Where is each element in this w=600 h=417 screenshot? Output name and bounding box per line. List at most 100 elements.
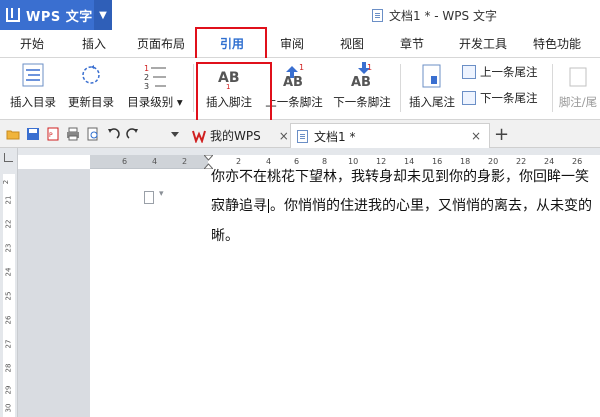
ribbon-tab-bar: 开始 插入 页面布局 引用 审阅 视图 章节 开发工具 特色功能 bbox=[0, 30, 600, 58]
document1-tab-icon bbox=[297, 129, 308, 143]
vruler-tick: 26 bbox=[4, 315, 13, 325]
close-document1-tab-icon[interactable]: × bbox=[471, 129, 481, 143]
hruler-tick: 12 bbox=[376, 157, 387, 166]
next-footnote-num: 1 bbox=[367, 63, 372, 72]
tab-home[interactable]: 开始 bbox=[8, 30, 56, 58]
prev-endnote-label: 上一条尾注 bbox=[480, 65, 538, 79]
hruler-tick: 20 bbox=[488, 157, 499, 166]
next-endnote-icon bbox=[462, 91, 476, 105]
vruler-tick: 24 bbox=[4, 267, 13, 277]
print-preview-icon[interactable] bbox=[86, 127, 100, 141]
update-toc-button[interactable]: 更新目录 bbox=[64, 58, 118, 118]
next-footnote-label: 下一条脚注 bbox=[333, 95, 391, 109]
ribbon-separator bbox=[400, 64, 401, 112]
insert-endnote-icon bbox=[420, 62, 444, 90]
window-title-text: 文档1 * - WPS 文字 bbox=[389, 9, 497, 23]
prev-footnote-icon: 1 AB bbox=[279, 62, 309, 90]
title-bar: WPS 文字 ▼ 文档1 * - WPS 文字 bbox=[0, 0, 600, 30]
tab-special-features[interactable]: 特色功能 bbox=[526, 30, 588, 58]
document-icon bbox=[372, 9, 383, 22]
prev-endnote-icon bbox=[462, 65, 476, 79]
open-folder-icon[interactable] bbox=[6, 127, 20, 141]
quick-access-dropdown-icon[interactable] bbox=[168, 127, 182, 141]
insert-footnote-label: 插入脚注 bbox=[206, 95, 252, 109]
prev-endnote-button[interactable]: 上一条尾注 bbox=[462, 62, 538, 82]
hruler-tick: 4 bbox=[266, 157, 272, 166]
hruler-tick: 16 bbox=[432, 157, 443, 166]
footnote-separator-icon bbox=[568, 62, 588, 90]
tab-document1[interactable]: 文档1 * × bbox=[290, 123, 490, 148]
vruler-tick: 23 bbox=[4, 243, 13, 253]
document-line-3: 晰。 bbox=[211, 228, 239, 244]
document-workspace: 你亦不在桃花下望林，我转身却未见到你的身影，你回眸一笑 寂静追寻。你悄悄的住进我… bbox=[18, 169, 600, 417]
new-tab-button[interactable]: + bbox=[494, 124, 509, 145]
text-caret bbox=[268, 199, 269, 213]
undo-icon[interactable] bbox=[106, 127, 120, 141]
hruler-tick: 6 bbox=[122, 157, 128, 166]
vruler-tick: 25 bbox=[4, 291, 13, 301]
tab-page-layout[interactable]: 页面布局 bbox=[130, 30, 192, 58]
hruler-tick: 26 bbox=[572, 157, 583, 166]
document-line-2-after-caret: 。你悄悄的住进我的心里，又悄悄的离去，从未变的 bbox=[270, 198, 592, 214]
vruler-tick: 21 bbox=[4, 195, 13, 205]
print-icon[interactable] bbox=[66, 127, 80, 141]
hruler-tick: 8 bbox=[322, 157, 328, 166]
tab-view[interactable]: 视图 bbox=[334, 30, 370, 58]
app-menu-button[interactable]: WPS 文字 ▼ bbox=[0, 0, 112, 30]
redo-icon[interactable] bbox=[126, 127, 140, 141]
insert-footnote-button[interactable]: AB 1 插入脚注 bbox=[200, 58, 258, 118]
tab-section[interactable]: 章节 bbox=[394, 30, 430, 58]
vertical-ruler[interactable]: 2 21 22 23 24 25 26 27 28 29 30 bbox=[0, 148, 18, 417]
insert-toc-button[interactable]: 插入目录 bbox=[6, 58, 60, 118]
document-line-2-before-caret: 寂静追寻 bbox=[211, 198, 267, 214]
ribbon-separator bbox=[193, 64, 194, 112]
tab-stop-selector-icon[interactable] bbox=[4, 153, 13, 162]
hruler-tick: 10 bbox=[348, 157, 359, 166]
tab-my-wps-label: 我的WPS bbox=[210, 129, 261, 143]
insert-endnote-button[interactable]: 插入尾注 bbox=[406, 58, 458, 118]
toc-level-icon: 1 2 3 bbox=[142, 62, 168, 91]
tab-insert[interactable]: 插入 bbox=[72, 30, 116, 58]
vruler-tick: 28 bbox=[4, 363, 13, 373]
tab-document1-label: 文档1 * bbox=[314, 129, 356, 144]
prev-footnote-ab: AB bbox=[283, 75, 303, 90]
hruler-tick: 6 bbox=[294, 157, 300, 166]
vruler-tick: 29 bbox=[4, 385, 13, 395]
footnote-endnote-separator-button[interactable]: 脚注/尾 bbox=[556, 58, 600, 118]
insert-footnote-num: 1 bbox=[226, 83, 230, 90]
window-title: 文档1 * - WPS 文字 bbox=[372, 7, 497, 24]
references-ribbon: 插入目录 更新目录 1 2 3 目录级别 ▾ AB1 插入脚注 1AB 上一 bbox=[0, 58, 600, 120]
update-toc-icon bbox=[80, 62, 102, 90]
tab-developer[interactable]: 开发工具 bbox=[452, 30, 514, 58]
tab-references[interactable]: 引用 bbox=[200, 30, 264, 58]
hruler-tick: 24 bbox=[544, 157, 555, 166]
prev-footnote-num: 1 bbox=[299, 63, 304, 72]
footnote-endnote-separator-label: 脚注/尾 bbox=[558, 95, 598, 109]
app-menu-dropdown-icon[interactable]: ▼ bbox=[94, 0, 112, 30]
document-page[interactable]: 你亦不在桃花下望林，我转身却未见到你的身影，你回眸一笑 寂静追寻。你悄悄的住进我… bbox=[90, 169, 600, 417]
tab-review[interactable]: 审阅 bbox=[274, 30, 310, 58]
toc-level-num-2: 2 bbox=[144, 73, 149, 82]
next-endnote-button[interactable]: 下一条尾注 bbox=[462, 88, 538, 108]
prev-footnote-button[interactable]: 1 AB 上一条脚注 bbox=[262, 58, 326, 118]
vruler-tick: 22 bbox=[4, 219, 13, 229]
document-tab-bar: P 我的WPS × 文档1 * × + bbox=[0, 120, 600, 148]
ruler-gutter bbox=[0, 148, 600, 155]
my-wps-logo-icon bbox=[192, 130, 206, 143]
tab-my-wps[interactable]: 我的WPS × bbox=[186, 123, 292, 148]
next-footnote-ab: AB bbox=[351, 75, 371, 90]
toc-level-button[interactable]: 1 2 3 目录级别 ▾ bbox=[122, 58, 188, 118]
insert-endnote-label: 插入尾注 bbox=[409, 95, 455, 109]
hruler-tick: 2 bbox=[236, 157, 242, 166]
close-my-wps-tab-icon[interactable]: × bbox=[279, 129, 289, 143]
save-icon[interactable] bbox=[26, 127, 40, 141]
export-pdf-icon[interactable]: P bbox=[46, 127, 60, 141]
toc-level-num-1: 1 bbox=[144, 64, 149, 73]
vruler-tick: 2 bbox=[2, 179, 11, 185]
update-toc-label: 更新目录 bbox=[68, 95, 114, 109]
paragraph-options-icon[interactable] bbox=[144, 189, 164, 204]
toc-level-label: 目录级别 ▾ bbox=[127, 95, 183, 109]
hruler-tick: 4 bbox=[152, 157, 158, 166]
insert-footnote-icon: AB 1 bbox=[214, 62, 244, 91]
next-footnote-button[interactable]: 1 AB 下一条脚注 bbox=[330, 58, 394, 118]
